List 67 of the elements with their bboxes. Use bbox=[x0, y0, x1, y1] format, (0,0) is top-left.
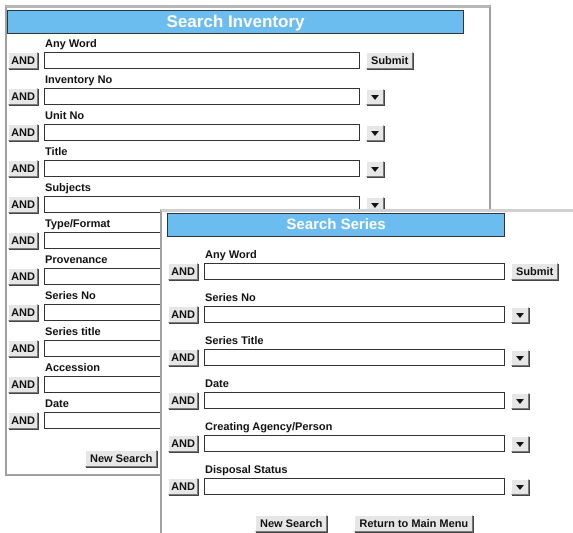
and-operator-button[interactable]: AND bbox=[8, 340, 38, 357]
field-label: Creating Agency/Person bbox=[204, 421, 332, 435]
search-field[interactable] bbox=[204, 306, 505, 323]
and-operator-button[interactable]: AND bbox=[168, 263, 198, 280]
action-button[interactable]: Return to Main Menu bbox=[354, 515, 474, 532]
dropdown-button[interactable] bbox=[511, 307, 529, 323]
and-operator-button[interactable]: AND bbox=[168, 306, 198, 323]
search-field[interactable] bbox=[204, 435, 505, 452]
and-operator-button[interactable]: AND bbox=[168, 435, 198, 452]
search-field[interactable] bbox=[44, 160, 360, 177]
dropdown-button[interactable] bbox=[511, 350, 529, 366]
and-operator-button[interactable]: AND bbox=[8, 304, 38, 321]
dropdown-button[interactable] bbox=[511, 479, 529, 495]
dropdown-button[interactable] bbox=[366, 125, 384, 141]
field-label: Provenance bbox=[44, 254, 108, 268]
and-operator-button[interactable]: AND bbox=[8, 232, 38, 249]
field-label: Date bbox=[204, 378, 229, 392]
search-field[interactable] bbox=[204, 349, 505, 366]
and-operator-button[interactable]: AND bbox=[8, 124, 38, 141]
caret-down-icon bbox=[516, 398, 524, 404]
search-field[interactable] bbox=[44, 88, 360, 105]
search-field[interactable] bbox=[204, 478, 505, 495]
field-label: Type/Format bbox=[44, 218, 110, 232]
dropdown-button[interactable] bbox=[511, 436, 529, 452]
dropdown-button[interactable] bbox=[366, 89, 384, 105]
field-label: Title bbox=[44, 146, 68, 160]
search-field[interactable] bbox=[204, 392, 505, 409]
field-label: Inventory No bbox=[44, 74, 112, 88]
search-field[interactable] bbox=[44, 52, 360, 69]
and-operator-button[interactable]: AND bbox=[8, 52, 38, 69]
field-label: Unit No bbox=[44, 110, 84, 124]
field-label: Series Title bbox=[204, 335, 264, 349]
action-button[interactable]: New Search bbox=[255, 515, 328, 532]
field-label: Date bbox=[44, 398, 69, 412]
action-button[interactable]: New Search bbox=[85, 450, 158, 467]
caret-down-icon bbox=[371, 130, 379, 136]
field-label: Any Word bbox=[44, 38, 97, 52]
and-operator-button[interactable]: AND bbox=[8, 376, 38, 393]
caret-down-icon bbox=[516, 356, 524, 360]
field-label: Series title bbox=[44, 326, 101, 340]
and-operator-button[interactable]: AND bbox=[168, 478, 198, 495]
dropdown-button[interactable] bbox=[511, 393, 529, 409]
field-label: Any Word bbox=[204, 249, 257, 263]
dropdown-button[interactable] bbox=[366, 161, 384, 177]
window-title: Search Series bbox=[167, 213, 505, 237]
caret-down-icon bbox=[371, 94, 379, 100]
and-operator-button[interactable]: AND bbox=[168, 392, 198, 409]
and-operator-button[interactable]: AND bbox=[8, 412, 38, 429]
field-label: Disposal Status bbox=[204, 464, 288, 478]
search-field[interactable] bbox=[204, 263, 505, 280]
caret-down-icon bbox=[516, 442, 524, 446]
field-label: Series No bbox=[44, 290, 96, 304]
and-operator-button[interactable]: AND bbox=[8, 88, 38, 105]
and-operator-button[interactable]: AND bbox=[8, 196, 38, 213]
field-label: Series No bbox=[204, 292, 256, 306]
caret-down-icon bbox=[516, 312, 524, 318]
field-label: Accession bbox=[44, 362, 100, 376]
submit-button[interactable]: Submit bbox=[366, 52, 414, 69]
search-field[interactable] bbox=[44, 124, 360, 141]
caret-down-icon bbox=[516, 484, 524, 490]
and-operator-button[interactable]: AND bbox=[8, 160, 38, 177]
submit-button[interactable]: Submit bbox=[511, 263, 558, 280]
and-operator-button[interactable]: AND bbox=[8, 268, 38, 285]
window-title: Search Inventory bbox=[7, 10, 464, 34]
caret-down-icon bbox=[371, 166, 379, 172]
and-operator-button[interactable]: AND bbox=[168, 349, 198, 366]
field-label: Subjects bbox=[44, 182, 91, 196]
